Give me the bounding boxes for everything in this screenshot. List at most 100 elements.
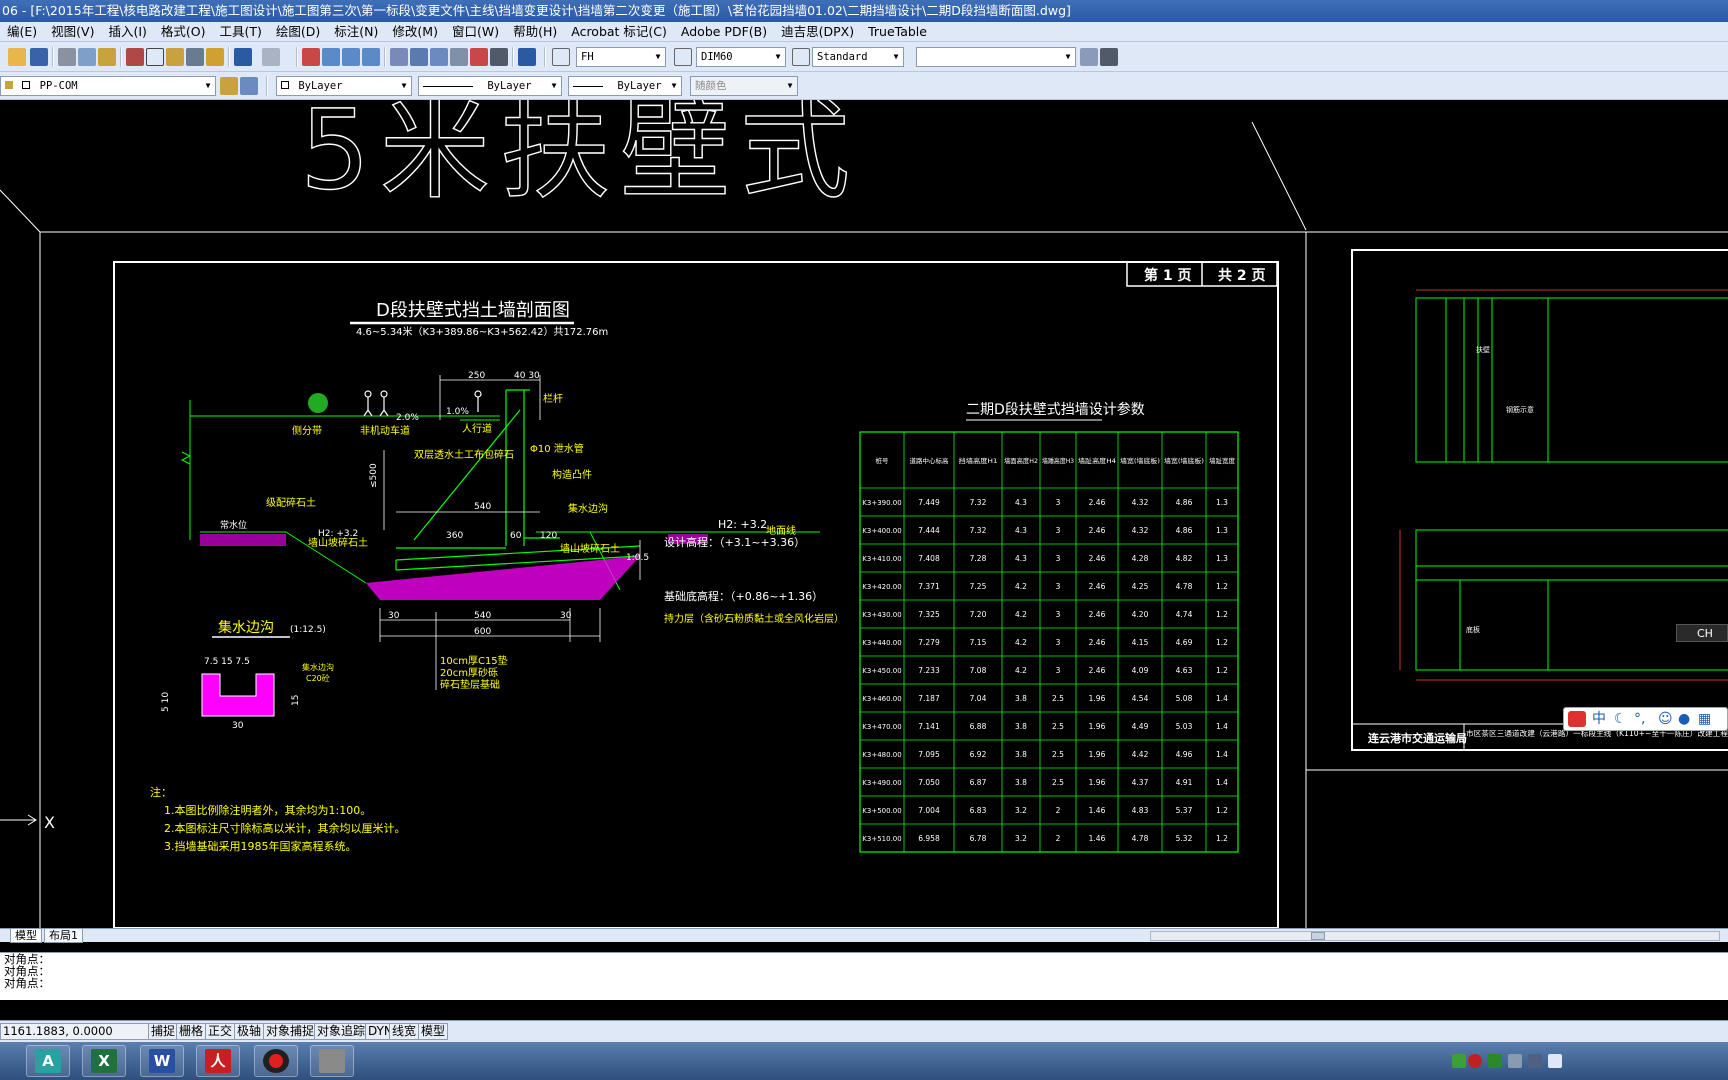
table-cell: 7.08 <box>970 666 987 675</box>
print-icon[interactable] <box>58 48 76 66</box>
tray-nvidia-icon[interactable] <box>1488 1054 1502 1068</box>
cut-icon[interactable] <box>126 48 144 66</box>
block-editor-icon[interactable] <box>206 48 224 66</box>
publish-icon[interactable] <box>98 48 116 66</box>
workspace-save-icon[interactable] <box>1100 48 1118 66</box>
layer-make-current-icon[interactable] <box>220 77 238 95</box>
command-window[interactable]: 对角点： 对角点： 对角点： <box>0 952 1728 1000</box>
table-cell: 4.2 <box>1015 638 1027 647</box>
properties-icon[interactable] <box>390 48 408 66</box>
grid-toggle[interactable]: 栅格 <box>176 1023 207 1040</box>
layer-select[interactable]: PP-COM ▼ <box>0 76 216 96</box>
label-water-level-left: H2: +3.2 <box>318 529 358 539</box>
taskbar-app-6[interactable] <box>310 1045 354 1077</box>
calculator-icon[interactable] <box>490 48 508 66</box>
taskbar-excel[interactable]: X <box>82 1045 126 1077</box>
ime-mode[interactable]: 中 <box>1592 708 1606 730</box>
lineweight-select[interactable]: ByLayer ▼ <box>568 76 682 96</box>
coordinate-readout: 1161.1883, 0.0000 <box>0 1023 156 1040</box>
punct-icon[interactable]: °, <box>1634 708 1645 730</box>
tray-network-icon[interactable] <box>1452 1054 1466 1068</box>
workspace-select[interactable]: ▼ <box>916 47 1076 67</box>
help-icon[interactable] <box>518 48 536 66</box>
pan-icon[interactable] <box>302 48 320 66</box>
menu-acrobat-markup[interactable]: Acrobat 标记(C) <box>564 22 674 41</box>
copy-icon[interactable] <box>146 48 164 66</box>
polar-toggle[interactable]: 极轴 <box>234 1023 265 1040</box>
otrack-toggle[interactable]: 对象追踪 <box>314 1023 369 1040</box>
taskbar-word[interactable]: W <box>140 1045 184 1077</box>
moon-icon[interactable]: ☾ <box>1614 708 1627 730</box>
table-style-select[interactable]: Standard ▼ <box>812 47 904 67</box>
scroll-thumb[interactable] <box>1311 932 1325 940</box>
text-style-select[interactable]: FH ▼ <box>576 47 666 67</box>
menu-insert[interactable]: 插入(I) <box>101 22 153 41</box>
ime-language-indicator[interactable]: CH <box>1676 624 1728 642</box>
save-icon[interactable] <box>30 48 48 66</box>
table-cell: 1.4 <box>1216 694 1228 703</box>
taskbar-autocad[interactable]: A <box>26 1045 70 1077</box>
zoom-previous-icon[interactable] <box>362 48 380 66</box>
menu-dimension[interactable]: 标注(N) <box>327 22 385 41</box>
table-style-icon[interactable] <box>792 48 810 66</box>
text-style-icon[interactable] <box>552 48 570 66</box>
redo-icon[interactable] <box>262 48 280 66</box>
emoji-icon[interactable]: ☺ <box>1658 708 1673 730</box>
menu-edit[interactable]: 编(E) <box>0 22 44 41</box>
table-cell-station: K3+440.00 <box>862 639 901 647</box>
table-cell: 1.46 <box>1089 806 1106 815</box>
undo-icon[interactable] <box>234 48 252 66</box>
osnap-toggle[interactable]: 对象捕捉 <box>263 1023 318 1040</box>
table-cell: 6.83 <box>970 806 987 815</box>
ditch-dim-right: 15 <box>291 695 301 706</box>
tool-palettes-icon[interactable] <box>430 48 448 66</box>
menu-truetable[interactable]: TrueTable <box>861 22 934 41</box>
menu-modify[interactable]: 修改(M) <box>385 22 445 41</box>
table-header-cell: 墙踵高度H3 <box>1042 456 1074 465</box>
plot-style-select[interactable]: 随颜色 ▼ <box>690 76 798 96</box>
layer-color-swatch <box>22 81 31 89</box>
tray-volume-icon[interactable] <box>1548 1054 1562 1068</box>
print-preview-icon[interactable] <box>78 48 96 66</box>
markup-icon[interactable] <box>470 48 488 66</box>
taskbar-acrobat[interactable]: 人 <box>196 1045 240 1077</box>
match-properties-icon[interactable] <box>186 48 204 66</box>
tray-app-icon[interactable] <box>1528 1054 1542 1068</box>
ime-toolbar[interactable]: 中 ☾ °, ☺ ● ▦ <box>1563 707 1728 731</box>
open-icon[interactable] <box>8 48 26 66</box>
tab-layout1[interactable]: 布局1 <box>44 929 83 943</box>
lineweight-toggle[interactable]: 线宽 <box>389 1023 420 1040</box>
menu-adobe-pdf[interactable]: Adobe PDF(B) <box>674 22 774 41</box>
command-history-line: 对角点： <box>4 952 50 966</box>
menu-draw[interactable]: 绘图(D) <box>269 22 327 41</box>
menu-format[interactable]: 格式(O) <box>154 22 213 41</box>
design-center-icon[interactable] <box>410 48 428 66</box>
layer-previous-icon[interactable] <box>240 77 258 95</box>
zoom-realtime-icon[interactable] <box>322 48 340 66</box>
tray-record-icon[interactable] <box>1468 1054 1482 1068</box>
keyboard-icon[interactable]: ▦ <box>1698 708 1711 730</box>
menu-dpx[interactable]: 迪吉思(DPX) <box>774 22 861 41</box>
ortho-toggle[interactable]: 正交 <box>205 1023 236 1040</box>
menu-window[interactable]: 窗口(W) <box>445 22 506 41</box>
zoom-window-icon[interactable] <box>342 48 360 66</box>
model-toggle[interactable]: 模型 <box>418 1023 449 1040</box>
dim-style-icon[interactable] <box>674 48 692 66</box>
tray-flag-icon[interactable] <box>1508 1054 1522 1068</box>
sheet-set-icon[interactable] <box>450 48 468 66</box>
mic-icon[interactable]: ● <box>1678 708 1690 730</box>
tab-model[interactable]: 模型 <box>10 929 42 943</box>
drawing-canvas[interactable]: 5米扶壁式 第 1 页 共 2 页 D段扶壁式挡土墙剖面图 4.6~5.34米（… <box>0 100 1728 928</box>
color-select[interactable]: ByLayer ▼ <box>276 76 412 96</box>
menu-help[interactable]: 帮助(H) <box>506 22 564 41</box>
horizontal-scrollbar[interactable] <box>1150 931 1720 941</box>
menu-view[interactable]: 视图(V) <box>44 22 101 41</box>
big-title: 5米扶壁式 <box>300 100 860 214</box>
dim-style-select[interactable]: DIM60 ▼ <box>696 47 786 67</box>
paste-icon[interactable] <box>166 48 184 66</box>
menu-tools[interactable]: 工具(T) <box>213 22 269 41</box>
taskbar-recorder[interactable] <box>254 1045 298 1077</box>
workspace-settings-icon[interactable] <box>1080 48 1098 66</box>
linetype-select[interactable]: ByLayer ▼ <box>418 76 562 96</box>
snap-toggle[interactable]: 捕捉 <box>148 1023 179 1040</box>
